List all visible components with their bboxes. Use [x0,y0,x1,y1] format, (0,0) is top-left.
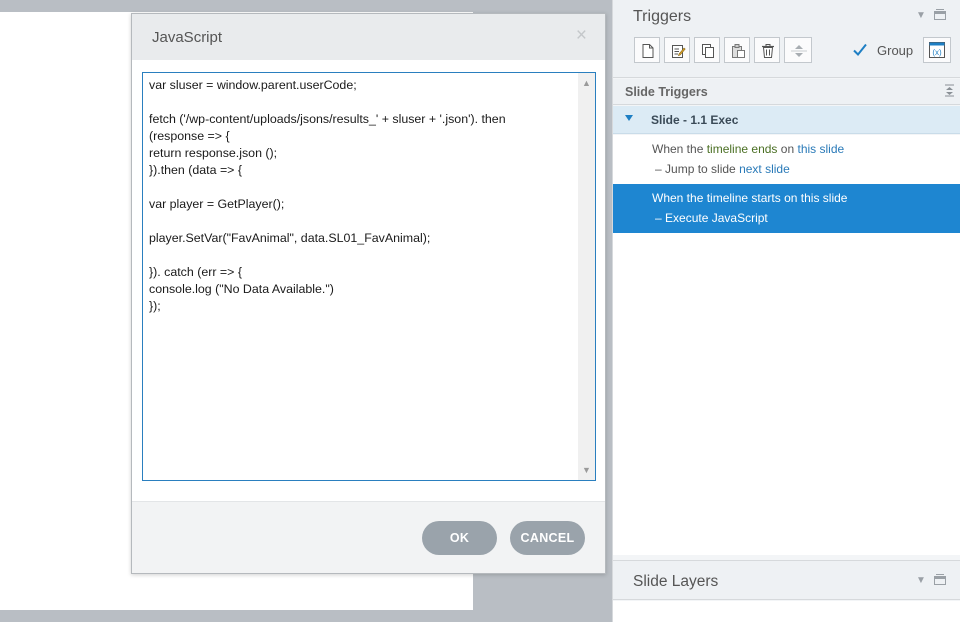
trigger-condition: When the timeline starts on this slide [652,191,847,205]
trigger-on-text: on [784,191,798,205]
trigger-list: When the timeline ends on this slide – J… [613,135,960,555]
trigger-action-link[interactable]: Execute JavaScript [665,211,768,225]
triggers-title: Triggers [633,8,692,25]
slide-layers-header: Slide Layers ▼ [613,560,960,600]
float-panel-icon[interactable] [934,574,946,588]
trigger-item[interactable]: When the timeline ends on this slide – J… [613,135,960,184]
trigger-object-link[interactable]: this slide [801,191,848,205]
svg-text:(x): (x) [932,48,942,57]
scroll-down-icon[interactable]: ▼ [578,462,595,478]
move-up-down-icon[interactable] [784,37,812,63]
slide-triggers-title: Slide Triggers [625,85,708,99]
expand-arrow-icon[interactable] [625,115,633,121]
trigger-condition: When the timeline ends on this slide [652,142,844,156]
slide-layers-title: Slide Layers [633,573,719,590]
dialog-footer: OK CANCEL [132,501,605,573]
action-dash: – [655,162,662,176]
trigger-object-link[interactable]: this slide [797,142,844,156]
slide-layers-list [613,601,960,622]
trigger-event-link[interactable]: timeline starts [707,191,781,205]
group-checkbox[interactable] [851,41,869,59]
javascript-dialog: JavaScript × ▲ ▼ OK CANCEL [131,13,606,574]
slide-triggers-header: Slide Triggers [613,79,960,105]
panel-menu-chevron-icon[interactable]: ▼ [916,575,926,586]
trigger-event-link[interactable]: timeline ends [707,142,778,156]
trigger-action-text: Jump to slide [665,162,736,176]
panel-menu-chevron-icon[interactable]: ▼ [916,10,926,21]
variables-icon[interactable]: (x) [923,37,951,63]
action-dash: – [655,211,662,225]
dialog-title: JavaScript [152,29,223,46]
slide-group-label: Slide - 1.1 Exec [651,113,739,127]
trigger-target-link[interactable]: next slide [739,162,790,176]
dialog-header: JavaScript × [132,14,605,60]
edit-trigger-icon[interactable] [664,37,690,63]
new-trigger-icon[interactable] [634,37,660,63]
code-editor: ▲ ▼ [142,72,596,481]
trigger-action: – Jump to slide next slide [655,162,790,176]
float-panel-icon[interactable] [934,9,946,23]
close-icon[interactable]: × [576,26,587,45]
trigger-on-text: on [780,142,795,156]
trigger-item-selected[interactable]: When the timeline starts on this slide –… [613,184,960,233]
ok-button[interactable]: OK [422,521,497,555]
trigger-when-text: When the [652,191,704,205]
triggers-panel: Triggers ▼ Group (x) Slide Triggers Slid… [612,0,960,622]
trigger-action: – Execute JavaScript [655,211,768,225]
collapse-all-icon[interactable] [944,84,955,100]
paste-icon[interactable] [724,37,750,63]
triggers-header: Triggers ▼ Group (x) [613,0,960,78]
group-label: Group [877,43,914,58]
slide-trigger-group[interactable]: Slide - 1.1 Exec [613,106,960,134]
code-scrollbar[interactable]: ▲ ▼ [578,73,595,480]
trigger-when-text: When the [652,142,704,156]
scroll-up-icon[interactable]: ▲ [578,75,595,91]
cancel-button[interactable]: CANCEL [510,521,585,555]
javascript-code-input[interactable] [149,77,577,477]
delete-icon[interactable] [754,37,780,63]
copy-icon[interactable] [694,37,720,63]
